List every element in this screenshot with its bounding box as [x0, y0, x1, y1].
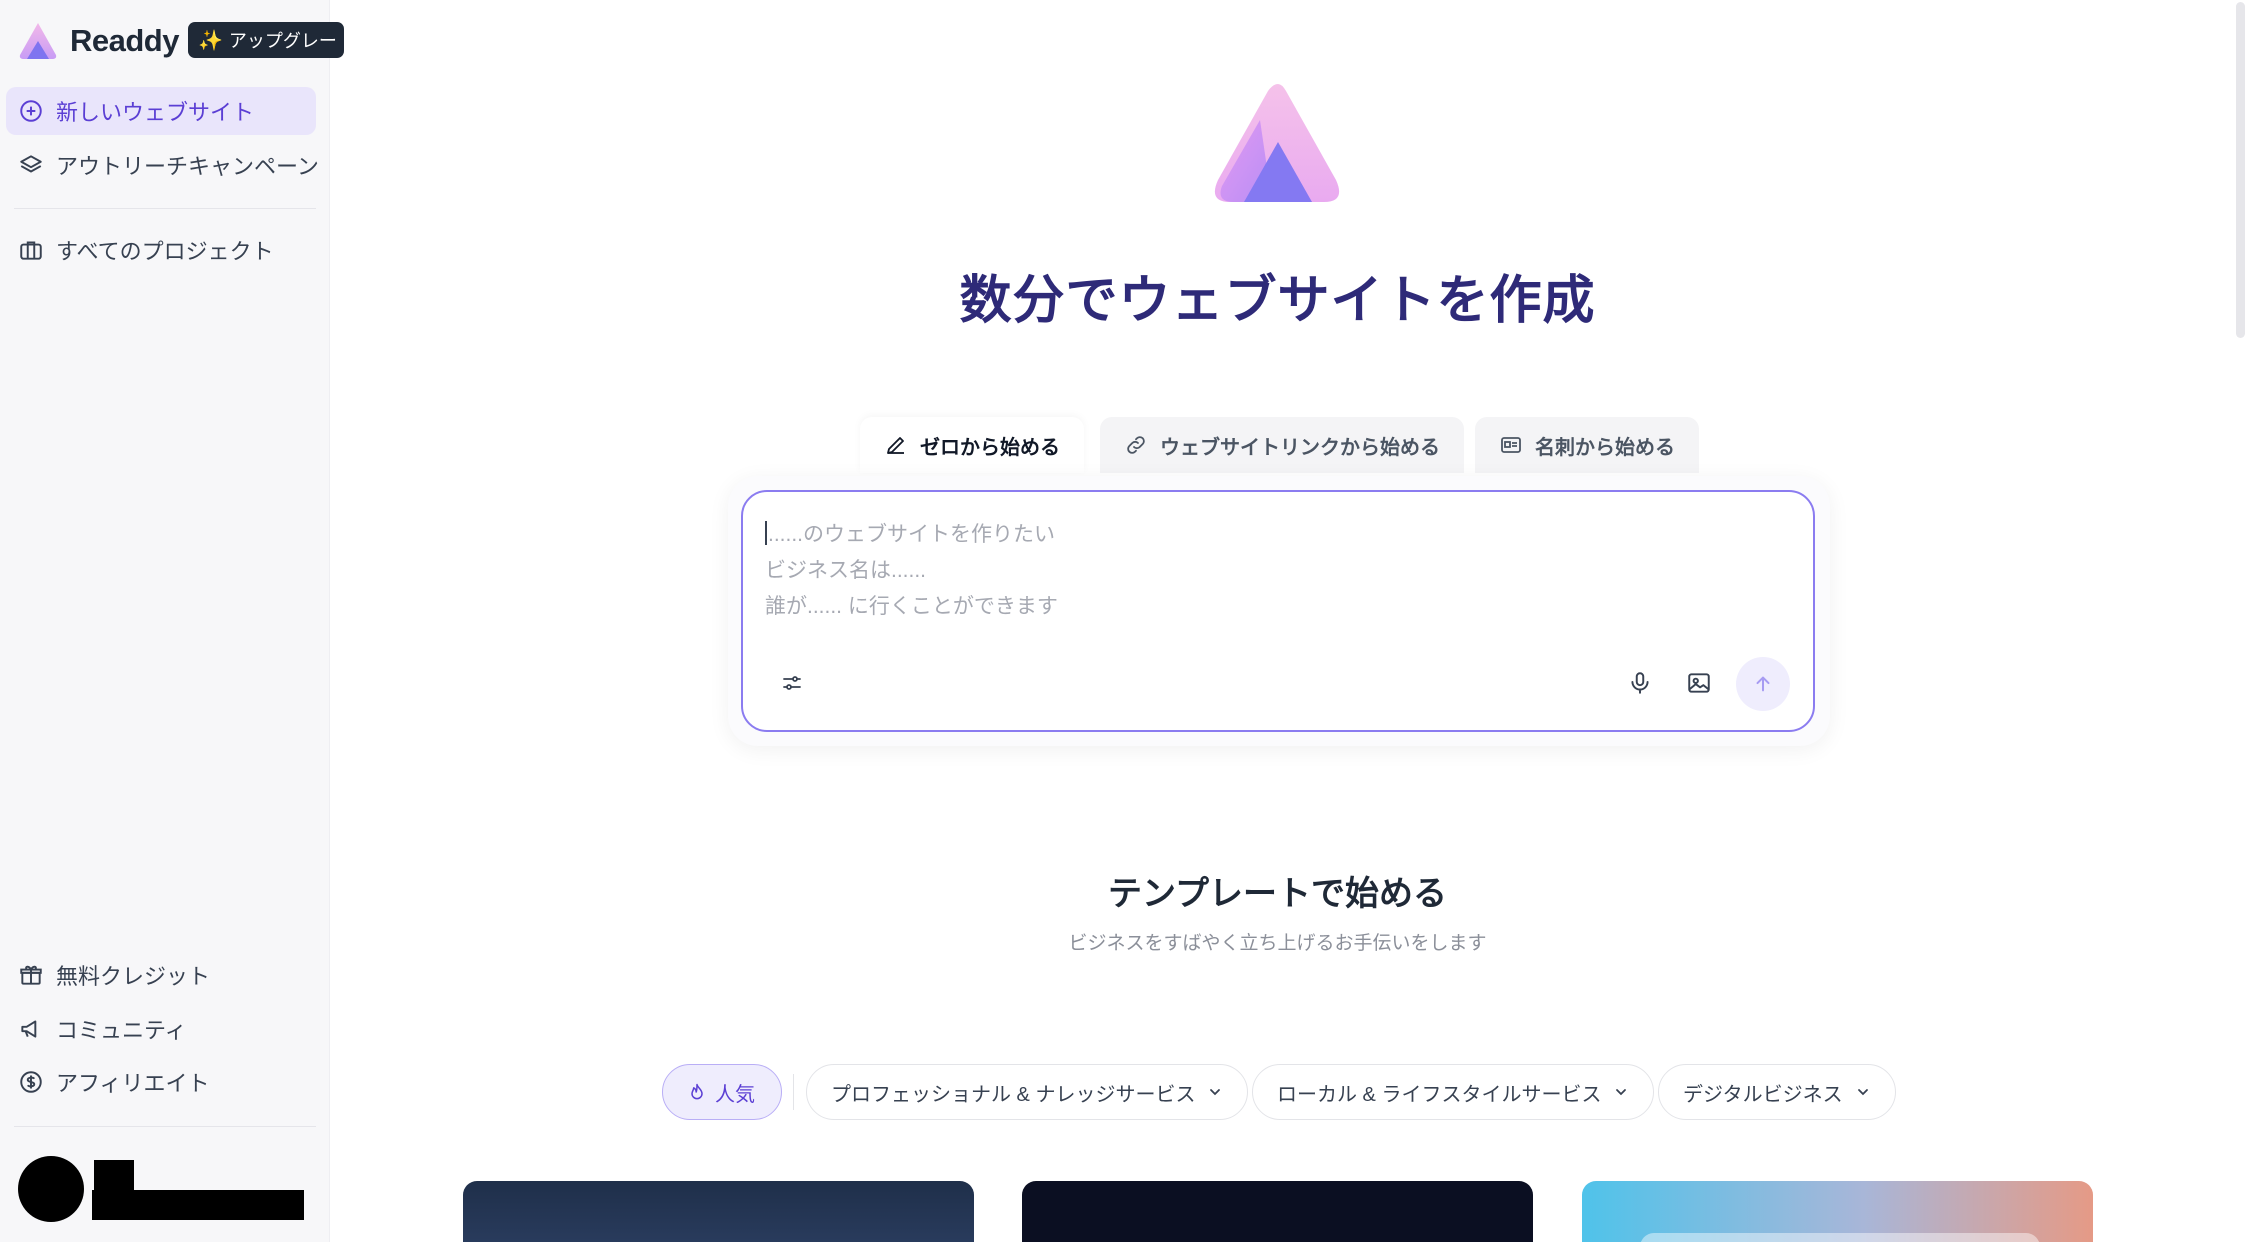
chevron-down-icon — [1857, 1089, 1868, 1096]
tab-from-business-card[interactable]: 名刺から始める — [1475, 417, 1699, 473]
tab-label: 名刺から始める — [1535, 436, 1675, 459]
readdy-hero-logo-icon — [1214, 84, 1340, 202]
microphone-icon — [1631, 672, 1649, 694]
filter-chip-label: デジタルビジネス — [1683, 1083, 1843, 1106]
pencil-icon — [887, 437, 904, 454]
filter-chip-local-lifestyle[interactable]: ローカル & ライフスタイルサービス — [1252, 1064, 1655, 1120]
placeholder-line: ......のウェブサイトを作りたい — [765, 517, 1058, 553]
prompt-placeholder[interactable]: ......のウェブサイトを作りたい ビジネス名は...... 誰が......… — [765, 517, 1058, 625]
upgrade-button[interactable]: ✨ アップグレー — [188, 22, 344, 58]
filter-chip-popular[interactable]: 人気 — [662, 1064, 782, 1120]
sidebar-divider — [14, 208, 316, 209]
filter-chip-label: プロフェッショナル & ナレッジサービス — [831, 1083, 1196, 1106]
tab-label: ゼロから始める — [920, 436, 1060, 459]
placeholder-line: ビジネス名は...... — [765, 559, 927, 582]
sidebar-item-label: すべてのプロジェクト — [56, 239, 274, 264]
page-title: 数分でウェブサイトを作成 — [959, 272, 1596, 330]
send-button[interactable] — [1736, 657, 1790, 711]
image-icon — [1688, 673, 1710, 693]
sparkle-icon: ✨ — [198, 29, 223, 52]
gift-icon — [20, 965, 42, 985]
sidebar-item-affiliate[interactable]: アフィリエイト — [6, 1058, 316, 1106]
sidebar-item-outreach-campaign[interactable]: アウトリーチキャンペーン — [6, 141, 319, 189]
scrollbar-thumb[interactable] — [2236, 2, 2245, 338]
filter-chip-digital-business[interactable]: デジタルビジネス — [1658, 1064, 1896, 1120]
tab-label: ウェブサイトリンクから始める — [1160, 436, 1440, 459]
briefcase-icon — [20, 241, 42, 260]
link-icon — [1127, 436, 1145, 454]
text-caret — [765, 521, 767, 545]
templates-subtitle: ビジネスをすばやく立ち上げるお手伝いをします — [1068, 933, 1487, 954]
placeholder-line: 誰が...... に行くことができます — [765, 595, 1058, 618]
sidebar-item-label: アウトリーチキャンペーン — [56, 154, 319, 179]
sidebar-item-label: アフィリエイト — [56, 1071, 210, 1096]
template-card[interactable] — [1582, 1181, 2093, 1242]
filter-divider — [793, 1074, 794, 1110]
flame-icon — [691, 1083, 703, 1100]
image-upload-button[interactable] — [1681, 665, 1717, 701]
megaphone-icon — [21, 1020, 37, 1038]
microphone-button[interactable] — [1622, 665, 1658, 701]
user-name-redacted — [94, 1160, 134, 1190]
brand[interactable]: Readdy — [16, 18, 179, 64]
filter-chip-label: 人気 — [715, 1083, 755, 1106]
template-card-preview — [1640, 1233, 2040, 1242]
chevron-down-icon — [1210, 1089, 1221, 1096]
filter-chip-label: ローカル & ライフスタイルサービス — [1277, 1083, 1602, 1106]
template-card[interactable] — [463, 1181, 974, 1242]
settings-button[interactable] — [774, 665, 810, 701]
sidebar: Readdy ✨ アップグレー 新しいウェブサイト アウトリーチキャンペーン す… — [0, 0, 344, 1242]
plus-circle-icon — [20, 100, 42, 122]
sidebar-item-label: 無料クレジット — [56, 964, 211, 989]
filter-chip-professional-services[interactable]: プロフェッショナル & ナレッジサービス — [806, 1064, 1249, 1120]
sidebar-item-label: 新しいウェブサイト — [56, 100, 255, 125]
template-card[interactable] — [1022, 1181, 1533, 1242]
brand-name: Readdy — [70, 23, 179, 58]
sidebar-divider — [14, 1126, 316, 1127]
user-email-redacted — [92, 1190, 304, 1220]
templates-title: テンプレートで始める — [1108, 875, 1447, 913]
arrow-up-icon — [1756, 676, 1770, 692]
layers-icon — [20, 155, 42, 173]
sidebar-item-label: コミュニティ — [56, 1018, 187, 1043]
sliders-icon — [783, 676, 801, 690]
sidebar-item-free-credits[interactable]: 無料クレジット — [6, 951, 316, 999]
tab-from-website-link[interactable]: ウェブサイトリンクから始める — [1100, 417, 1464, 473]
upgrade-label: アップグレー — [228, 31, 337, 51]
avatar[interactable] — [18, 1156, 84, 1222]
tab-from-scratch[interactable]: ゼロから始める — [860, 417, 1084, 473]
chevron-down-icon — [1616, 1089, 1627, 1096]
sidebar-item-new-website[interactable]: 新しいウェブサイト — [6, 87, 316, 135]
dollar-circle-icon — [20, 1071, 42, 1093]
sidebar-item-all-projects[interactable]: すべてのプロジェクト — [6, 226, 316, 274]
sidebar-item-community[interactable]: コミュニティ — [6, 1005, 316, 1053]
readdy-logo-icon — [19, 23, 57, 59]
id-card-icon — [1501, 437, 1521, 453]
